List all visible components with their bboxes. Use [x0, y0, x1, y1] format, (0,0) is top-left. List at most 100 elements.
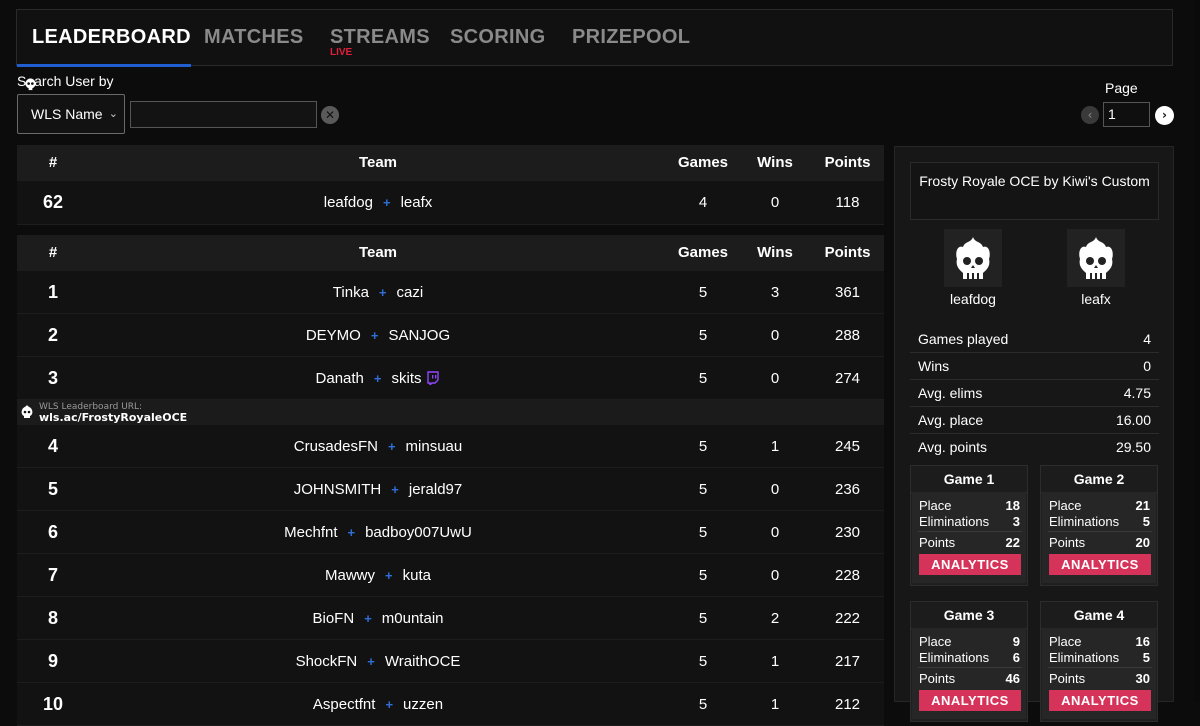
skull-icon — [956, 237, 990, 279]
player-name[interactable]: leafx — [401, 194, 433, 211]
elims-label: Eliminations — [1049, 650, 1120, 665]
rank-cell: 6 — [47, 521, 58, 542]
player-name[interactable]: CrusadesFN — [294, 438, 378, 455]
player-card[interactable]: leafdog — [942, 229, 1004, 307]
player-name[interactable]: Danath — [316, 370, 364, 387]
player-name[interactable]: SANJOG — [388, 327, 450, 344]
banner-url-link[interactable]: wls.ac/FrostyRoyaleOCE — [39, 411, 187, 424]
player-name[interactable]: uzzen — [403, 696, 443, 713]
highlight-row[interactable]: 62 leafdog + leafx 4 0 118 — [17, 181, 884, 225]
wins-cell: 0 — [770, 480, 780, 498]
leaderboard-table-continued: 4 CrusadesFN + minsuau 5 1 245 5 JOHNSMITH + jeral… — [17, 425, 884, 726]
games-cell: 5 — [698, 523, 708, 541]
plus-icon: + — [364, 610, 372, 626]
games-cell: 5 — [698, 480, 708, 498]
tab-scoring[interactable]: SCORING — [450, 26, 545, 49]
player-name[interactable]: cazi — [397, 284, 424, 301]
games-cell: 5 — [698, 609, 708, 627]
points-label: Points — [1049, 671, 1086, 686]
place-label: Place — [919, 498, 952, 513]
player-name[interactable]: ShockFN — [296, 653, 358, 670]
player-name[interactable]: skits — [391, 370, 421, 387]
wins-cell: 0 — [770, 369, 780, 387]
leaderboard-url-banner[interactable]: WLS Leaderboard URL: wls.ac/FrostyRoyale… — [17, 400, 884, 425]
table-row[interactable]: 1 Tinka + cazi 5 3 361 — [17, 271, 884, 314]
analytics-button[interactable]: ANALYTICS — [919, 690, 1021, 711]
page-scrollbar[interactable] — [1194, 0, 1200, 702]
table-row[interactable]: 10 Aspectfnt + uzzen 5 1 212 — [17, 683, 884, 726]
games-cell: 5 — [698, 652, 708, 670]
divider — [1048, 531, 1152, 532]
player-name[interactable]: Mawwy — [325, 567, 375, 584]
games-cell: 5 — [698, 369, 708, 387]
player-name[interactable]: Aspectfnt — [313, 696, 376, 713]
player-name[interactable]: JOHNSMITH — [294, 481, 382, 498]
col-games-header: Games — [677, 154, 729, 171]
col-team-header: Team — [358, 154, 398, 171]
team-cell: Aspectfnt + uzzen — [89, 683, 667, 725]
tab-prizepool[interactable]: PRIZEPOOL — [572, 26, 690, 49]
points-cell: 288 — [834, 326, 861, 344]
team-cell: Tinka + cazi — [89, 271, 667, 313]
player-name[interactable]: BioFN — [313, 610, 355, 627]
clear-icon[interactable]: ✕ — [321, 106, 339, 124]
rank-cell: 3 — [47, 367, 58, 388]
player-name[interactable]: DEYMO — [306, 327, 361, 344]
prev-page-button[interactable]: ‹ — [1081, 106, 1099, 124]
wins-cell: 1 — [770, 695, 780, 713]
points-value: 22 — [1005, 535, 1020, 550]
player-name[interactable]: m0untain — [382, 610, 444, 627]
player-name[interactable]: badboy007UwU — [365, 524, 472, 541]
team-cell: CrusadesFN + minsuau — [89, 425, 667, 467]
tab-streams[interactable]: STREAMS — [330, 26, 430, 49]
plus-icon: + — [347, 524, 356, 540]
tab-leaderboard[interactable]: LEADERBOARD — [32, 26, 191, 49]
tab-matches[interactable]: MATCHES — [204, 26, 304, 49]
points-cell: 228 — [834, 566, 861, 584]
player-name[interactable]: leafdog — [324, 194, 373, 211]
player-name[interactable]: WraithOCE — [385, 653, 461, 670]
event-title: Frosty Royale OCE by Kiwi's Custom — [910, 162, 1159, 220]
player-name[interactable]: Tinka — [333, 284, 369, 301]
points-cell: 212 — [834, 695, 861, 713]
table-row[interactable]: 5 JOHNSMITH + jerald97 5 0 236 — [17, 468, 884, 511]
player-card[interactable]: leafx — [1065, 229, 1127, 307]
table-row[interactable]: 3 Danath + skits 5 0 274 — [17, 357, 884, 400]
points-value: 20 — [1135, 535, 1150, 550]
search-type-select[interactable]: WLS Name ⌄ — [17, 94, 125, 134]
player-name[interactable]: kuta — [403, 567, 431, 584]
page-input[interactable]: 1 — [1103, 102, 1150, 127]
plus-icon: + — [382, 195, 391, 210]
player-name[interactable]: Mechfnt — [284, 524, 337, 541]
analytics-button[interactable]: ANALYTICS — [1049, 554, 1151, 575]
rank-cell: 2 — [47, 324, 58, 345]
stat-label: Games played — [918, 331, 1009, 347]
table-row[interactable]: 9 ShockFN + WraithOCE 5 1 217 — [17, 640, 884, 683]
place-value: 18 — [1005, 498, 1020, 513]
skull-cursor-icon — [25, 78, 36, 91]
col-points-header: Points — [824, 154, 871, 171]
table-row[interactable]: 6 Mechfnt + badboy007UwU 5 0 230 — [17, 511, 884, 554]
game-stats: Place 16 Eliminations 5 Points 30 ANALYTICS — [1042, 628, 1156, 719]
rank-cell: 7 — [47, 564, 58, 585]
player-name[interactable]: minsuau — [406, 438, 463, 455]
twitch-icon[interactable] — [426, 371, 440, 385]
analytics-button[interactable]: ANALYTICS — [919, 554, 1021, 575]
table-row[interactable]: 4 CrusadesFN + minsuau 5 1 245 — [17, 425, 884, 468]
game-card: Game 2 Place 21 Eliminations 5 Points 20 ANALYT… — [1040, 465, 1158, 586]
col-wins-header: Wins — [757, 154, 793, 171]
table-row[interactable]: 8 BioFN + m0untain 5 2 222 — [17, 597, 884, 640]
search-input[interactable] — [130, 101, 317, 128]
player-name[interactable]: jerald97 — [409, 481, 462, 498]
table-row[interactable]: 7 Mawwy + kuta 5 0 228 — [17, 554, 884, 597]
table-row[interactable]: 2 DEYMO + SANJOG 5 0 288 — [17, 314, 884, 357]
next-page-button[interactable]: › — [1155, 106, 1174, 125]
plus-icon: + — [385, 567, 393, 583]
wins-cell: 2 — [770, 609, 780, 627]
game-title: Game 1 — [911, 466, 1027, 493]
stat-value: 4 — [1143, 331, 1151, 347]
stat-row: Avg. elims 4.75 — [910, 380, 1159, 407]
analytics-button[interactable]: ANALYTICS — [1049, 690, 1151, 711]
points-cell: 217 — [834, 652, 861, 670]
place-value: 16 — [1135, 634, 1150, 649]
